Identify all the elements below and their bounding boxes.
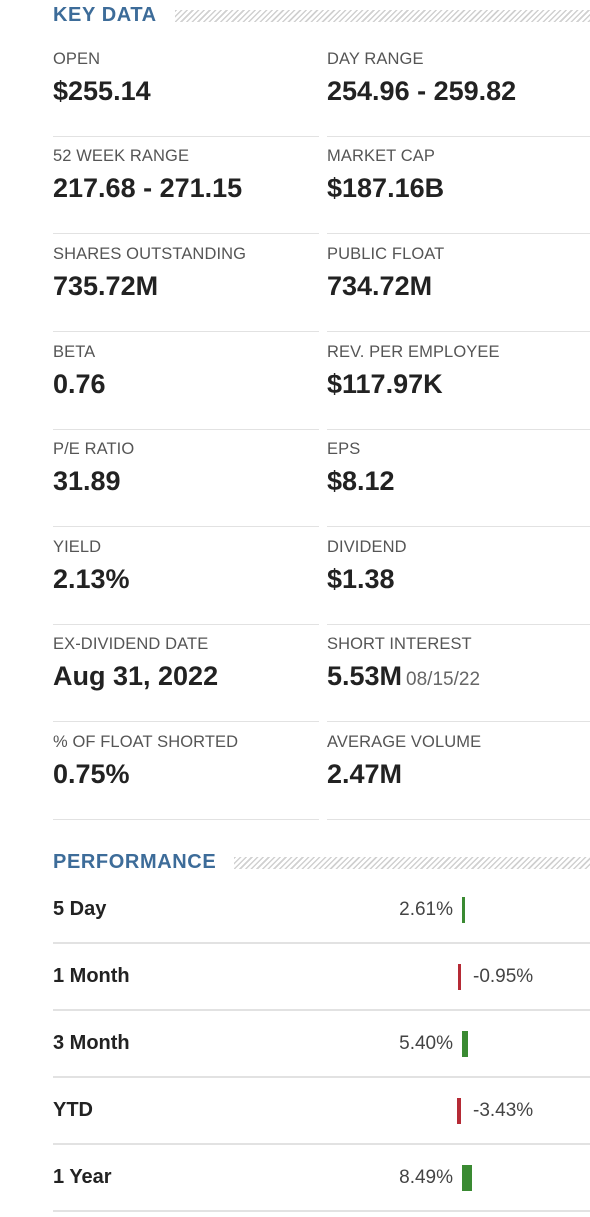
performance-value: 5.40% [399,1032,453,1054]
key-data-52-week-range: 52 WEEK RANGE 217.68 - 271.15 [53,138,319,234]
key-data-yield: YIELD 2.13% [53,529,319,625]
key-data-label: SHORT INTEREST [327,635,472,653]
key-data-label: PUBLIC FLOAT [327,245,445,263]
key-data-label: YIELD [53,538,102,556]
key-data-value: 2.47M [327,759,403,789]
key-data-label: DAY RANGE [327,50,424,68]
performance-row-3-month: 3 Month 5.40% [53,1011,590,1078]
performance-header: PERFORMANCE [53,851,590,874]
key-data-shares-outstanding: SHARES OUTSTANDING 735.72M [53,236,319,332]
performance-bar [458,963,461,990]
key-data-value: 31.89 [53,466,121,496]
performance-bar [462,896,465,923]
key-data-header: KEY DATA [53,4,590,27]
performance-value: 2.61% [399,898,453,920]
key-data-label: AVERAGE VOLUME [327,733,482,751]
key-data-label: P/E RATIO [53,440,135,458]
key-data-ex-dividend-date: EX-DIVIDEND DATE Aug 31, 2022 [53,626,319,722]
performance-bar [462,1030,468,1057]
header-divider [174,9,590,22]
key-data-value: 254.96 - 259.82 [327,76,517,106]
performance-value: -0.95% [473,965,534,987]
key-data-label: REV. PER EMPLOYEE [327,343,500,361]
performance-period: 5 Day [53,898,107,920]
key-data-label: EPS [327,440,361,458]
performance-bar [462,1164,472,1191]
key-data-value: 735.72M [53,271,159,301]
key-data-value: 5.53M 08/15/22 [327,661,480,692]
key-data-value: $8.12 [327,466,395,496]
performance-value: 8.49% [399,1166,453,1188]
key-data-public-float: PUBLIC FLOAT 734.72M [327,236,590,332]
key-data-label: % OF FLOAT SHORTED [53,733,239,751]
performance-bar [457,1097,461,1124]
performance-row-1-year: 1 Year 8.49% [53,1145,590,1212]
key-data-rev-per-employee: REV. PER EMPLOYEE $117.97K [327,334,590,430]
performance-row-5-day: 5 Day 2.61% [53,877,590,944]
key-data-value: 0.75% [53,759,130,789]
key-data-label: SHARES OUTSTANDING [53,245,247,263]
performance-period: YTD [53,1099,93,1121]
key-data-beta: BETA 0.76 [53,334,319,430]
key-data-label: EX-DIVIDEND DATE [53,635,209,653]
key-data-day-range: DAY RANGE 254.96 - 259.82 [327,41,590,137]
performance-title: PERFORMANCE [53,851,217,873]
key-data-average-volume: AVERAGE VOLUME 2.47M [327,724,590,820]
key-data-label: MARKET CAP [327,147,435,165]
performance-value: -3.43% [473,1099,534,1121]
performance-period: 1 Year [53,1166,112,1188]
short-interest-date: 08/15/22 [406,669,481,690]
performance-row-ytd: YTD -3.43% [53,1078,590,1145]
key-data-value: $117.97K [327,369,443,399]
key-data-value: 2.13% [53,564,130,594]
key-data-value: $187.16B [327,173,445,203]
key-data-label: 52 WEEK RANGE [53,147,190,165]
key-data-open: OPEN $255.14 [53,41,319,137]
key-data-value: 734.72M [327,271,433,301]
key-data-eps: EPS $8.12 [327,431,590,527]
key-data-value: $255.14 [53,76,151,106]
performance-row-1-month: 1 Month -0.95% [53,944,590,1011]
key-data-title: KEY DATA [53,4,157,26]
performance-period: 1 Month [53,965,130,987]
key-data-label: OPEN [53,50,101,68]
key-data-label: BETA [53,343,96,361]
key-data-value: $1.38 [327,564,395,594]
performance-period: 3 Month [53,1032,130,1054]
key-data-value: 217.68 - 271.15 [53,173,243,203]
key-data-value: 0.76 [53,369,106,399]
key-data-label: DIVIDEND [327,538,407,556]
short-interest-value: 5.53M [327,661,403,691]
header-divider [234,856,590,869]
key-data-market-cap: MARKET CAP $187.16B [327,138,590,234]
key-data-pe-ratio: P/E RATIO 31.89 [53,431,319,527]
key-data-dividend: DIVIDEND $1.38 [327,529,590,625]
key-data-value: Aug 31, 2022 [53,661,219,691]
key-data-float-shorted: % OF FLOAT SHORTED 0.75% [53,724,319,820]
key-data-short-interest: SHORT INTEREST 5.53M 08/15/22 [327,626,590,722]
